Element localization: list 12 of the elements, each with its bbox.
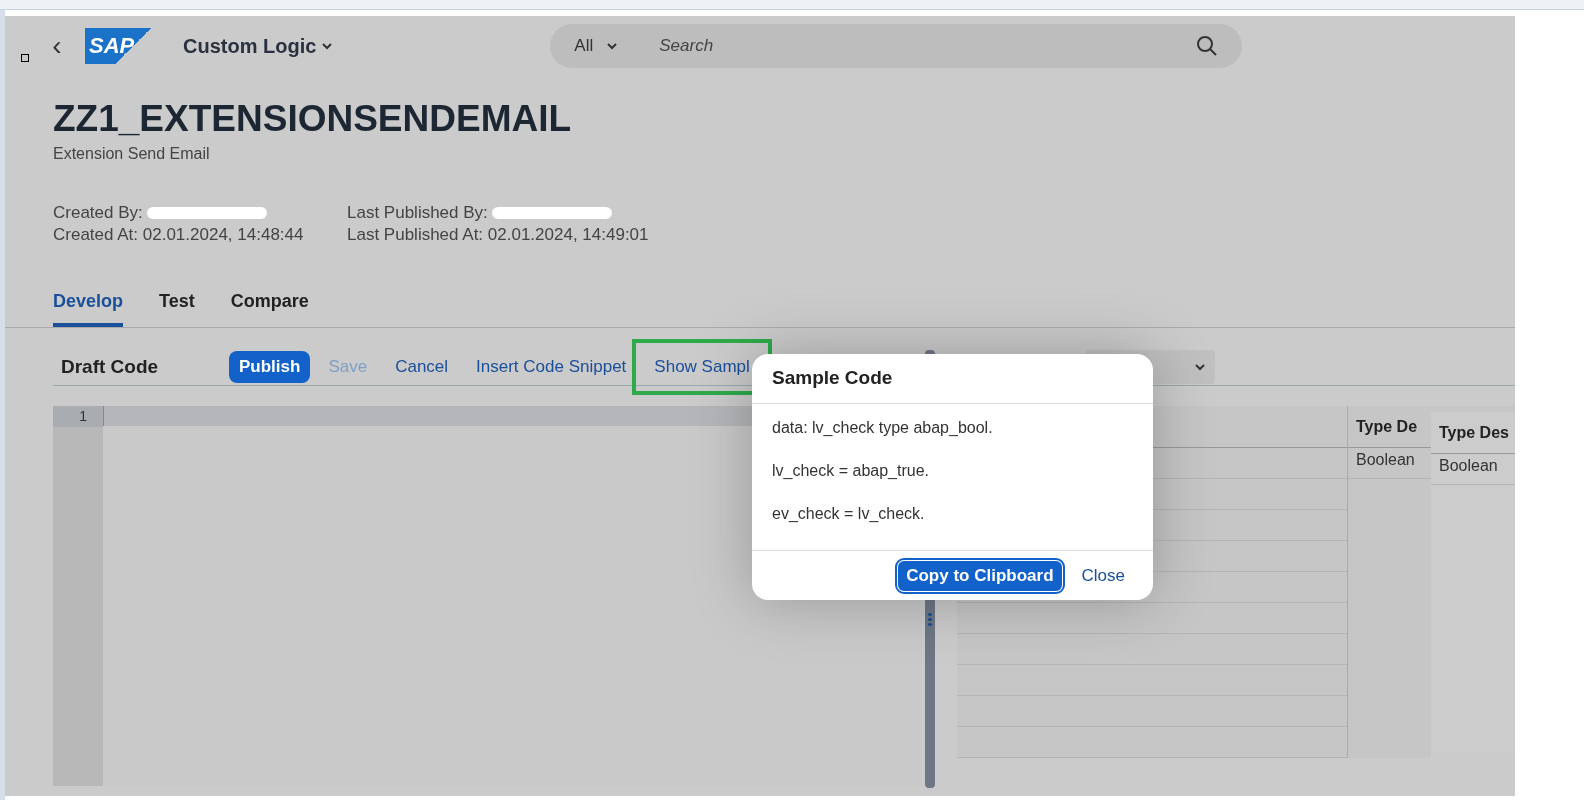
attribute-text: Created By: [53, 202, 143, 225]
line-number: 1 [53, 406, 103, 428]
attribute-text: Created At: 02.01.2024, 14:48:44 [53, 224, 304, 247]
column-header: Type Des [1431, 412, 1515, 455]
code-line: ev_check = lv_check. [772, 504, 926, 524]
page-subtitle: Extension Send Email [53, 144, 211, 165]
section-title: Draft Code [61, 354, 160, 379]
attribute-text: Last Published At: 02.01.2024, 14:49:01 [347, 224, 649, 247]
dialog-title: Sample Code [752, 354, 1153, 404]
table-cell: Boolean [1431, 454, 1515, 486]
attribute-text: Last Published By: [347, 202, 488, 225]
page-title: ZZ1_EXTENSIONSENDEMAIL [53, 97, 573, 141]
